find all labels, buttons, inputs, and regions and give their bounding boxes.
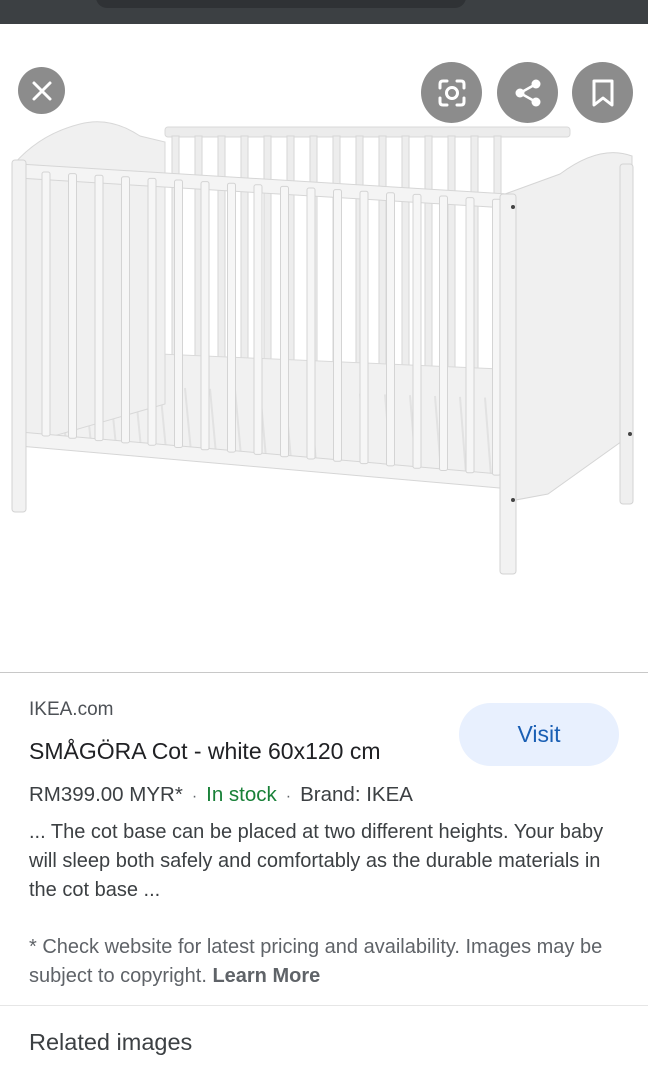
crib-front-slat	[492, 198, 501, 476]
bookmark-icon	[592, 79, 613, 106]
crib-front-slat	[333, 189, 342, 462]
crib-front-slat	[94, 174, 104, 442]
save-button[interactable]	[572, 62, 633, 123]
product-meta: RM399.00 MYR* · In stock · Brand: IKEA	[29, 783, 413, 807]
crib-back-slat	[263, 135, 272, 372]
crib-front-slat	[439, 195, 448, 471]
close-icon	[32, 81, 51, 100]
share-button[interactable]	[497, 62, 558, 123]
divider	[0, 672, 648, 673]
crib-back-slat	[424, 135, 433, 372]
crib-front-slat	[200, 181, 210, 451]
brand: Brand: IKEA	[300, 783, 413, 806]
crib-back-slat	[378, 135, 387, 372]
crib-front-slat	[412, 193, 422, 469]
crib-front-slat	[359, 190, 369, 465]
result-title[interactable]: SMÅGÖRA Cot - white 60x120 cm	[29, 738, 381, 765]
crib-back-slat	[240, 135, 249, 372]
product-image	[0, 24, 648, 672]
close-button[interactable]	[18, 67, 65, 114]
crib-back-slat	[401, 135, 410, 372]
share-icon	[515, 79, 540, 106]
crib-front-slat	[386, 192, 395, 467]
lens-search-button[interactable]	[421, 62, 482, 123]
address-pill	[96, 0, 466, 8]
crib-back-slat	[217, 135, 226, 372]
disclaimer: * Check website for latest pricing and a…	[29, 933, 629, 991]
separator: ·	[191, 788, 198, 805]
source-site[interactable]: IKEA.com	[29, 699, 113, 721]
crib-image	[11, 121, 634, 575]
visit-button[interactable]: Visit	[459, 703, 619, 766]
learn-more-link[interactable]: Learn More	[212, 965, 320, 987]
status-bar	[0, 0, 648, 24]
crib-front-slat	[147, 177, 157, 446]
separator: ·	[285, 788, 292, 805]
crib-front-slat	[121, 176, 130, 444]
price: RM399.00 MYR*	[29, 783, 183, 806]
crib-front-slat	[227, 182, 236, 453]
crib-front-slat	[68, 173, 77, 439]
crib-front-slat	[253, 184, 263, 455]
crib-front-slat	[306, 187, 316, 460]
related-images-heading: Related images	[29, 1029, 193, 1055]
crib-front-slat	[174, 179, 183, 448]
lens-icon	[438, 79, 465, 106]
crib-front-slat	[280, 185, 289, 458]
crib-back-slat	[447, 135, 456, 372]
crib-front-slat	[465, 197, 475, 474]
divider	[0, 1005, 648, 1006]
crib-front-slat	[41, 171, 51, 437]
description: ... The cot base can be placed at two di…	[29, 821, 604, 901]
availability: In stock	[206, 783, 277, 806]
